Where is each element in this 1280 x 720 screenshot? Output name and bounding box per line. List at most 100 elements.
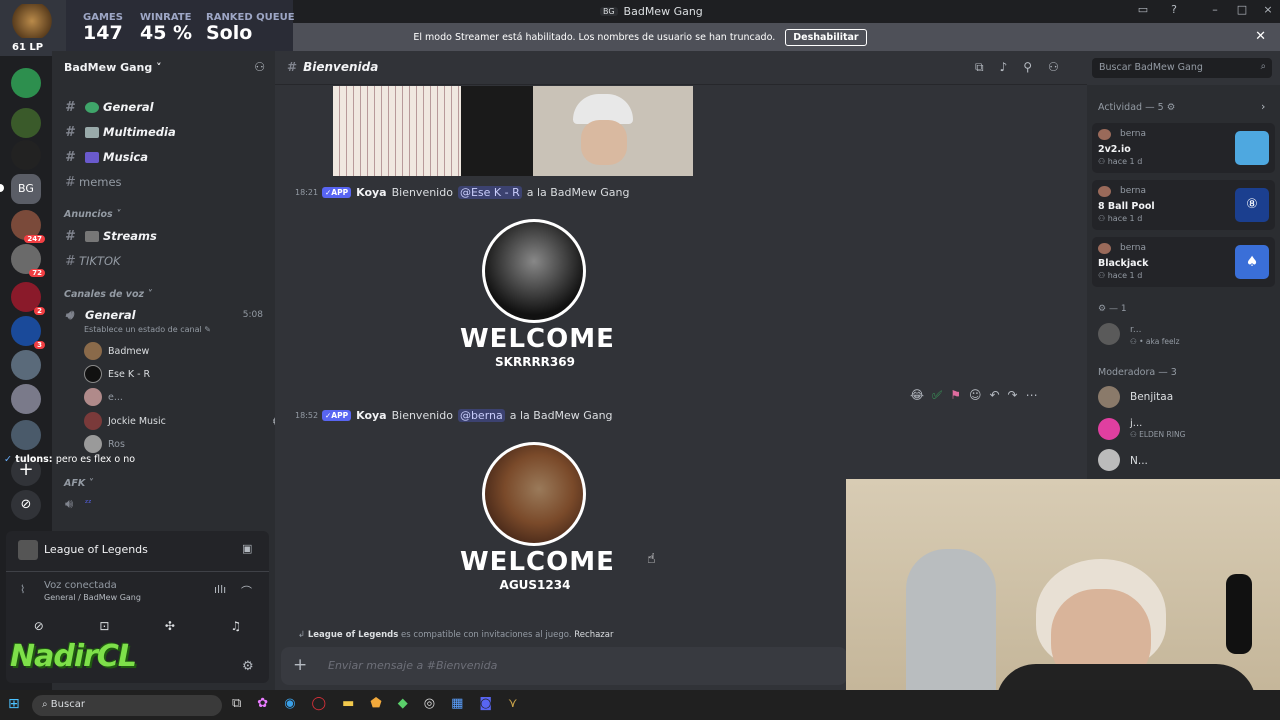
avatar[interactable] bbox=[1098, 418, 1120, 440]
voice-channel-afk[interactable]: 🔊︎ ᶻᶻ bbox=[52, 493, 275, 515]
close-banner-icon[interactable]: ✕ bbox=[1255, 29, 1266, 44]
voice-channel-general[interactable]: 🔊︎ General 5:08 bbox=[52, 304, 275, 326]
soundboard-icon[interactable]: ♫ bbox=[230, 619, 241, 633]
settings-gear-icon[interactable]: ⚙ bbox=[242, 659, 254, 674]
channel-memes[interactable]: # memes bbox=[52, 171, 275, 193]
reply-icon[interactable]: ↶ bbox=[989, 388, 999, 403]
message-row[interactable]: 18:52 ✓APP Koya Bienvenido @berna a la B… bbox=[295, 409, 613, 422]
activity-card[interactable]: berna 8 Ball Pool ⚇ hace 1 d ⑧ bbox=[1092, 180, 1275, 230]
server-icon[interactable]: 247 bbox=[11, 210, 45, 243]
channel-streams[interactable]: # Streams bbox=[52, 225, 275, 247]
channel-musica[interactable]: # Musica bbox=[52, 146, 275, 168]
message-composer[interactable]: + Enviar mensaje a #Bienvenida bbox=[281, 647, 847, 685]
member-list: Actividad — 5 ⚙ › berna 2v2.io ⚇ hace 1 … bbox=[1087, 85, 1280, 479]
folder-icon[interactable]: ▬ bbox=[342, 696, 354, 711]
channel-general[interactable]: # General bbox=[52, 96, 275, 118]
disconnect-icon[interactable]: ⌒ bbox=[241, 583, 252, 599]
server-icon[interactable]: 72 bbox=[11, 244, 45, 277]
chevron-right-icon[interactable]: › bbox=[1261, 100, 1265, 113]
message-row[interactable]: 18:21 ✓APP Koya Bienvenido @Ese K - R a … bbox=[295, 186, 630, 199]
selected-pip bbox=[0, 184, 4, 192]
reject-invite-link[interactable]: Rechazar bbox=[574, 630, 613, 640]
disable-streamer-button[interactable]: Deshabilitar bbox=[785, 28, 867, 46]
voice-user[interactable]: e... bbox=[84, 388, 123, 406]
more-icon[interactable]: ⋯ bbox=[1026, 388, 1038, 403]
hash-icon: # bbox=[287, 60, 298, 74]
server-icon[interactable] bbox=[11, 420, 41, 450]
server-icon[interactable] bbox=[11, 140, 41, 170]
opera-icon[interactable]: ◯ bbox=[312, 696, 327, 711]
voice-user[interactable]: Ros bbox=[84, 435, 125, 453]
task-view-icon[interactable]: ⧉ bbox=[232, 696, 241, 711]
server-name-header[interactable]: BadMew Gang ˅ bbox=[64, 61, 162, 74]
user-mention[interactable]: @berna bbox=[457, 409, 505, 422]
activity-card[interactable]: berna Blackjack ⚇ hace 1 d ♠ bbox=[1092, 237, 1275, 287]
help-icon[interactable]: ? bbox=[1165, 3, 1183, 19]
voice-connected-label[interactable]: Voz conectada bbox=[44, 580, 117, 591]
server-icon[interactable] bbox=[11, 384, 41, 414]
user-mention[interactable]: @Ese K - R bbox=[457, 186, 522, 199]
server-icon-badmew[interactable]: BG bbox=[11, 174, 41, 204]
laugh-reaction-icon[interactable]: 😂︎ bbox=[910, 388, 924, 403]
member-name[interactable]: N... bbox=[1130, 455, 1148, 467]
server-icon[interactable] bbox=[11, 68, 41, 98]
attach-plus-icon[interactable]: + bbox=[293, 655, 307, 675]
copilot-icon[interactable]: ✿ bbox=[257, 696, 268, 711]
discord-taskbar-icon[interactable]: ◙ bbox=[479, 696, 492, 711]
minimize-button[interactable]: – bbox=[1206, 3, 1224, 19]
avatar[interactable] bbox=[1098, 386, 1120, 408]
server-icon[interactable] bbox=[11, 350, 41, 380]
inbox-icon[interactable]: ▭ bbox=[1134, 3, 1152, 19]
author-name[interactable]: Koya bbox=[356, 409, 386, 422]
composer-placeholder[interactable]: Enviar mensaje a #Bienvenida bbox=[328, 659, 497, 672]
taskbar-search[interactable]: ⌕ Buscar bbox=[32, 695, 222, 716]
embed-image[interactable] bbox=[333, 86, 693, 176]
member-name[interactable]: r... bbox=[1130, 325, 1141, 335]
flag-reaction-icon[interactable]: ⚑ bbox=[950, 388, 961, 403]
avatar[interactable] bbox=[1098, 323, 1120, 345]
discover-icon[interactable]: ⊘ bbox=[11, 490, 41, 520]
forward-icon[interactable]: ↷ bbox=[1008, 388, 1018, 403]
add-reaction-icon[interactable]: ☺ bbox=[969, 388, 982, 403]
author-name[interactable]: Koya bbox=[356, 186, 386, 199]
store-icon[interactable]: ▦ bbox=[451, 696, 463, 711]
stream-game-icon[interactable]: ▣ bbox=[242, 542, 252, 555]
windows-start-icon[interactable]: ⊞ bbox=[8, 696, 20, 712]
activity-card[interactable]: berna 2v2.io ⚇ hace 1 d bbox=[1092, 123, 1275, 173]
welcome-card[interactable]: WELCOME AGUS1234 bbox=[460, 439, 614, 599]
activities-icon[interactable]: ✣ bbox=[165, 619, 175, 633]
voice-user[interactable]: Jockie Music⚙ bbox=[84, 412, 282, 430]
obs-icon[interactable]: ◎ bbox=[424, 696, 435, 711]
league-taskbar-icon[interactable]: ⋎ bbox=[508, 696, 518, 711]
search-input[interactable]: Buscar BadMew Gang ⌕ bbox=[1092, 58, 1272, 78]
edge-icon[interactable]: ◉ bbox=[284, 696, 295, 711]
pin-icon[interactable]: ⚲ bbox=[1023, 60, 1032, 75]
welcome-card[interactable]: WELCOME SKRRRR369 bbox=[460, 216, 614, 376]
screen-share-icon[interactable]: ⊡ bbox=[99, 619, 109, 633]
voice-status-text[interactable]: Establece un estado de canal ✎ bbox=[84, 325, 211, 334]
voice-user[interactable]: Ese K - R bbox=[84, 365, 150, 383]
category-afk[interactable]: AFK ˅ bbox=[64, 478, 93, 489]
camera-off-icon[interactable]: ⊘ bbox=[34, 619, 44, 633]
app-icon[interactable]: ◆ bbox=[398, 696, 408, 711]
voice-user[interactable]: Badmew bbox=[84, 342, 149, 360]
category-anuncios[interactable]: Anuncios ˅ bbox=[64, 209, 121, 220]
close-window-button[interactable]: × bbox=[1259, 3, 1277, 19]
server-icon[interactable]: 2 bbox=[11, 282, 45, 315]
category-voice[interactable]: Canales de voz ˅ bbox=[64, 289, 152, 300]
maximize-button[interactable]: □ bbox=[1233, 3, 1251, 19]
check-reaction-icon[interactable]: ✅︎ bbox=[932, 388, 942, 403]
noise-suppression-icon[interactable]: ıllı bbox=[214, 583, 226, 596]
member-name[interactable]: Benjitaa bbox=[1130, 391, 1173, 403]
members-icon[interactable]: ⚇ bbox=[1048, 60, 1059, 75]
invite-people-icon[interactable]: ⚇ bbox=[254, 60, 265, 74]
bell-icon[interactable]: ♪ bbox=[1000, 60, 1008, 75]
threads-icon[interactable]: ⧉ bbox=[975, 60, 984, 75]
avatar[interactable] bbox=[1098, 449, 1120, 471]
server-icon[interactable] bbox=[11, 108, 41, 138]
member-name[interactable]: j... bbox=[1130, 418, 1142, 429]
server-icon[interactable]: 3 bbox=[11, 316, 45, 349]
shield-app-icon[interactable]: ⬟ bbox=[370, 696, 381, 711]
channel-tiktok[interactable]: # TIKTOK bbox=[52, 250, 275, 272]
channel-multimedia[interactable]: # Multimedia bbox=[52, 121, 275, 143]
